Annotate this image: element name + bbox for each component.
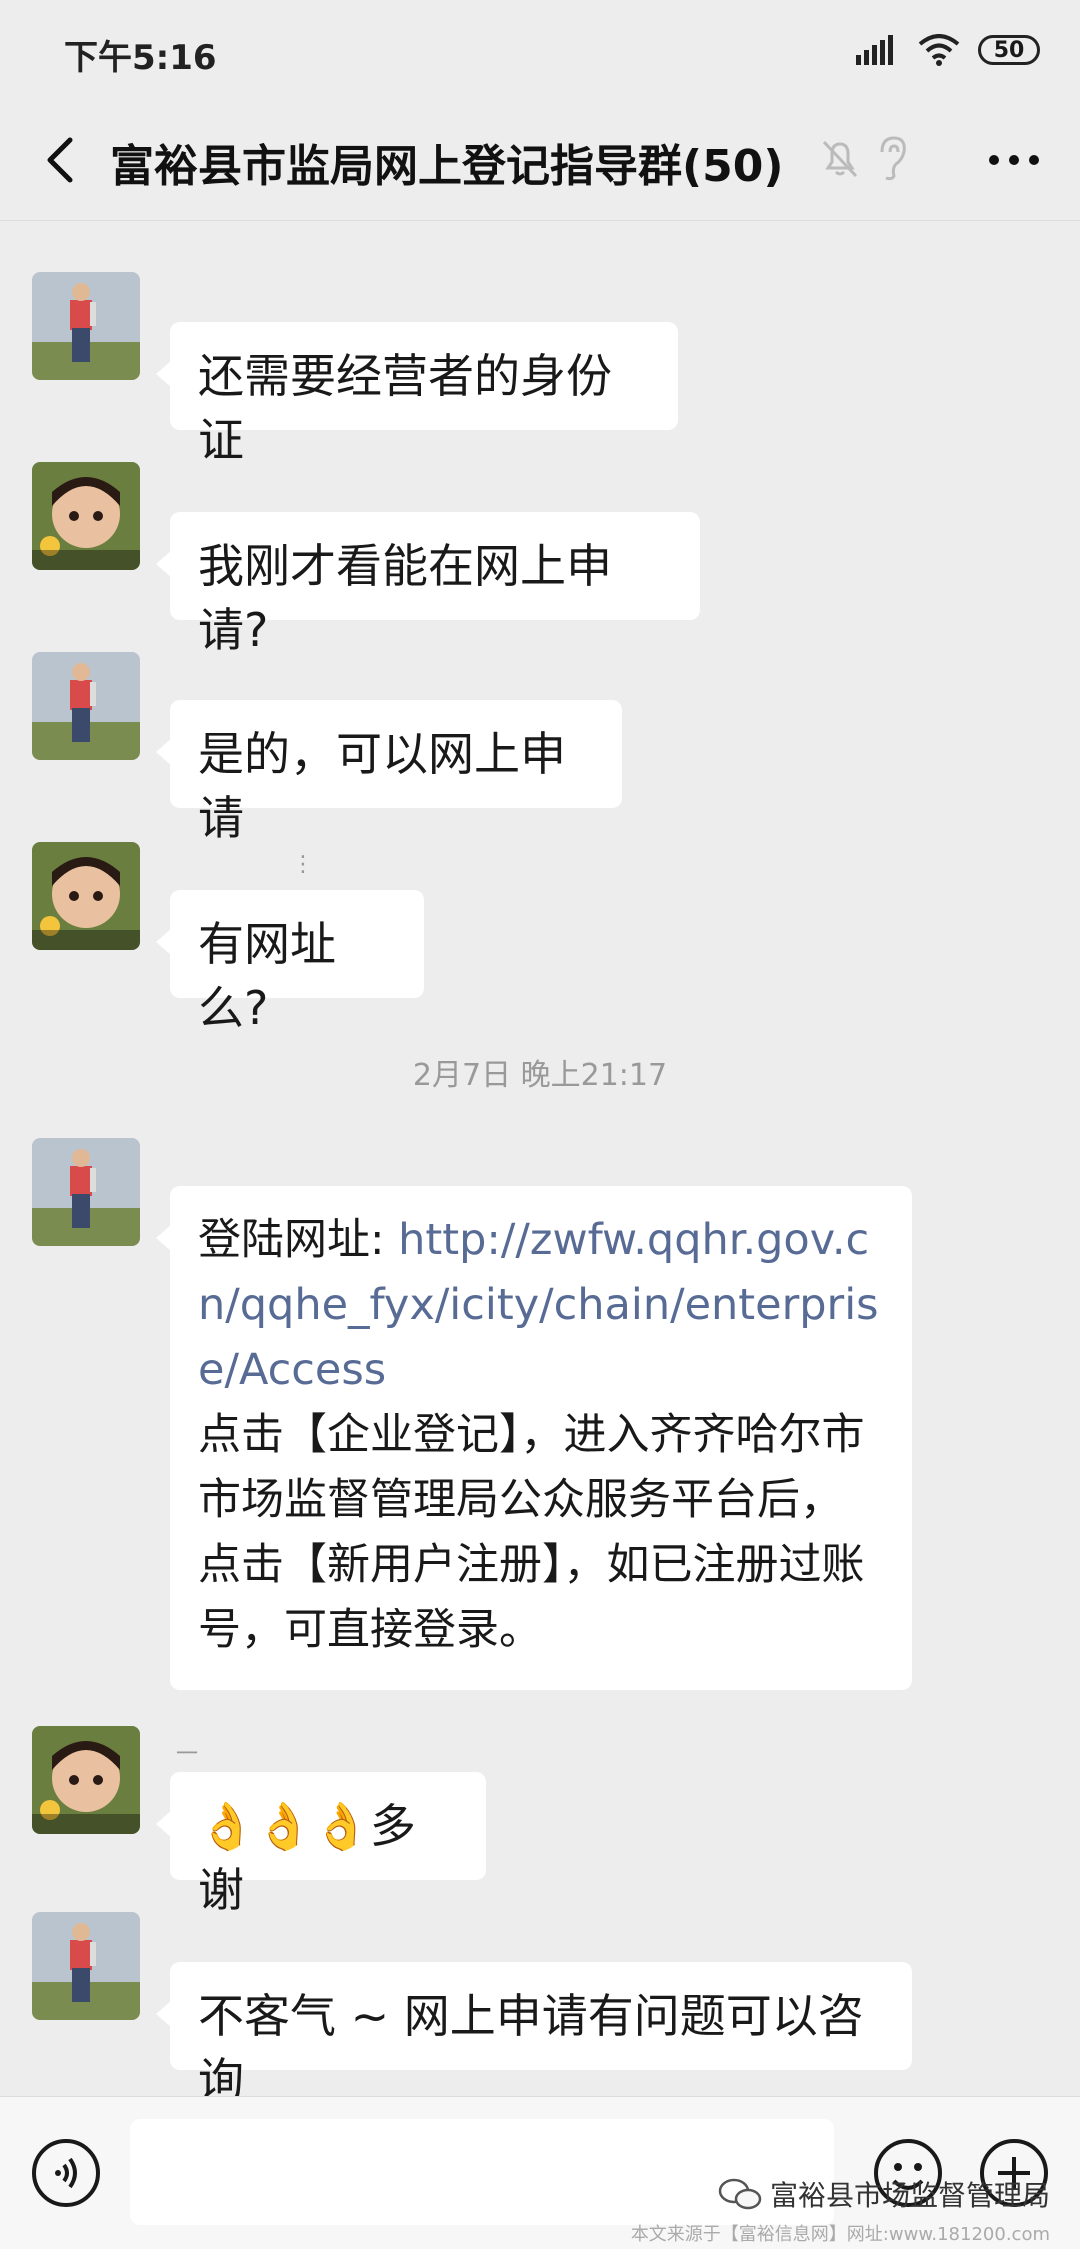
wifi-icon (918, 34, 960, 66)
message-bubble[interactable]: 还需要经营者的身份证 (156, 322, 678, 467)
chat-header: 富裕县市监局网上登记指导群(50) (0, 100, 1080, 221)
message-bubble[interactable]: 是的，可以网上申请 (156, 700, 622, 845)
watermark-account: 富裕县市场监督管理局 (769, 2179, 1050, 2212)
message-text: 是的，可以网上申请 (198, 727, 566, 845)
official-avatar[interactable] (32, 1912, 140, 2020)
message-bubble[interactable]: 👌👌👌多谢 (156, 1772, 486, 1917)
message-bubble[interactable]: 有网址么? (156, 890, 424, 1035)
message-text: 我刚才看能在网上申请? (198, 539, 612, 657)
ok-hand-emoji: 👌👌👌 (198, 1799, 370, 1853)
status-icons: 50 (856, 30, 1040, 70)
back-icon[interactable] (36, 130, 86, 190)
chat-title: 富裕县市监局网上登记指导群(50) (110, 141, 784, 192)
official-avatar[interactable] (32, 1138, 140, 1246)
sender-nickname: 一 (176, 1742, 199, 1767)
battery-indicator: 50 (978, 35, 1040, 65)
watermark: 富裕县市场监督管理局 (718, 2174, 1050, 2214)
message-text: 点击【企业登记】，进入齐齐哈尔市市场监督管理局公众服务平台后，点击【新用户注册】… (198, 1410, 865, 1655)
message-bubble[interactable]: 不客气 ~ 网上申请有问题可以咨询 (156, 1962, 912, 2107)
message-text: 不客气 ~ 网上申请有问题可以咨询 (198, 1989, 864, 2107)
status-bar: 下午5:16 50 (0, 0, 1080, 100)
more-icon[interactable] (984, 140, 1044, 180)
message-bubble[interactable]: 我刚才看能在网上申请? (156, 512, 700, 657)
sender-nickname: ⋮ (292, 852, 314, 877)
wechat-icon (718, 2178, 762, 2210)
official-avatar[interactable] (32, 652, 140, 760)
message-prefix: 登陆网址: (198, 1215, 399, 1265)
message-text: 还需要经营者的身份证 (198, 349, 612, 467)
voice-icon[interactable] (30, 2137, 102, 2209)
user-avatar[interactable] (32, 842, 140, 950)
signal-icon (856, 35, 893, 65)
message-text: 有网址么? (198, 917, 336, 1035)
chat-timestamp: 2月7日 晚上21:17 (412, 1058, 668, 1093)
message-bubble[interactable]: 登陆网址: http://zwfw.qqhr.gov.cn/qqhe_fyx/i… (156, 1186, 912, 1690)
mute-bell-icon (822, 140, 858, 178)
watermark-source: 本文来源于【富裕信息网】网址:www.181200.com (630, 2224, 1050, 2245)
status-time: 下午5:16 (64, 38, 217, 78)
user-avatar[interactable] (32, 1726, 140, 1834)
user-avatar[interactable] (32, 462, 140, 570)
official-avatar[interactable] (32, 272, 140, 380)
ear-icon (880, 136, 906, 181)
